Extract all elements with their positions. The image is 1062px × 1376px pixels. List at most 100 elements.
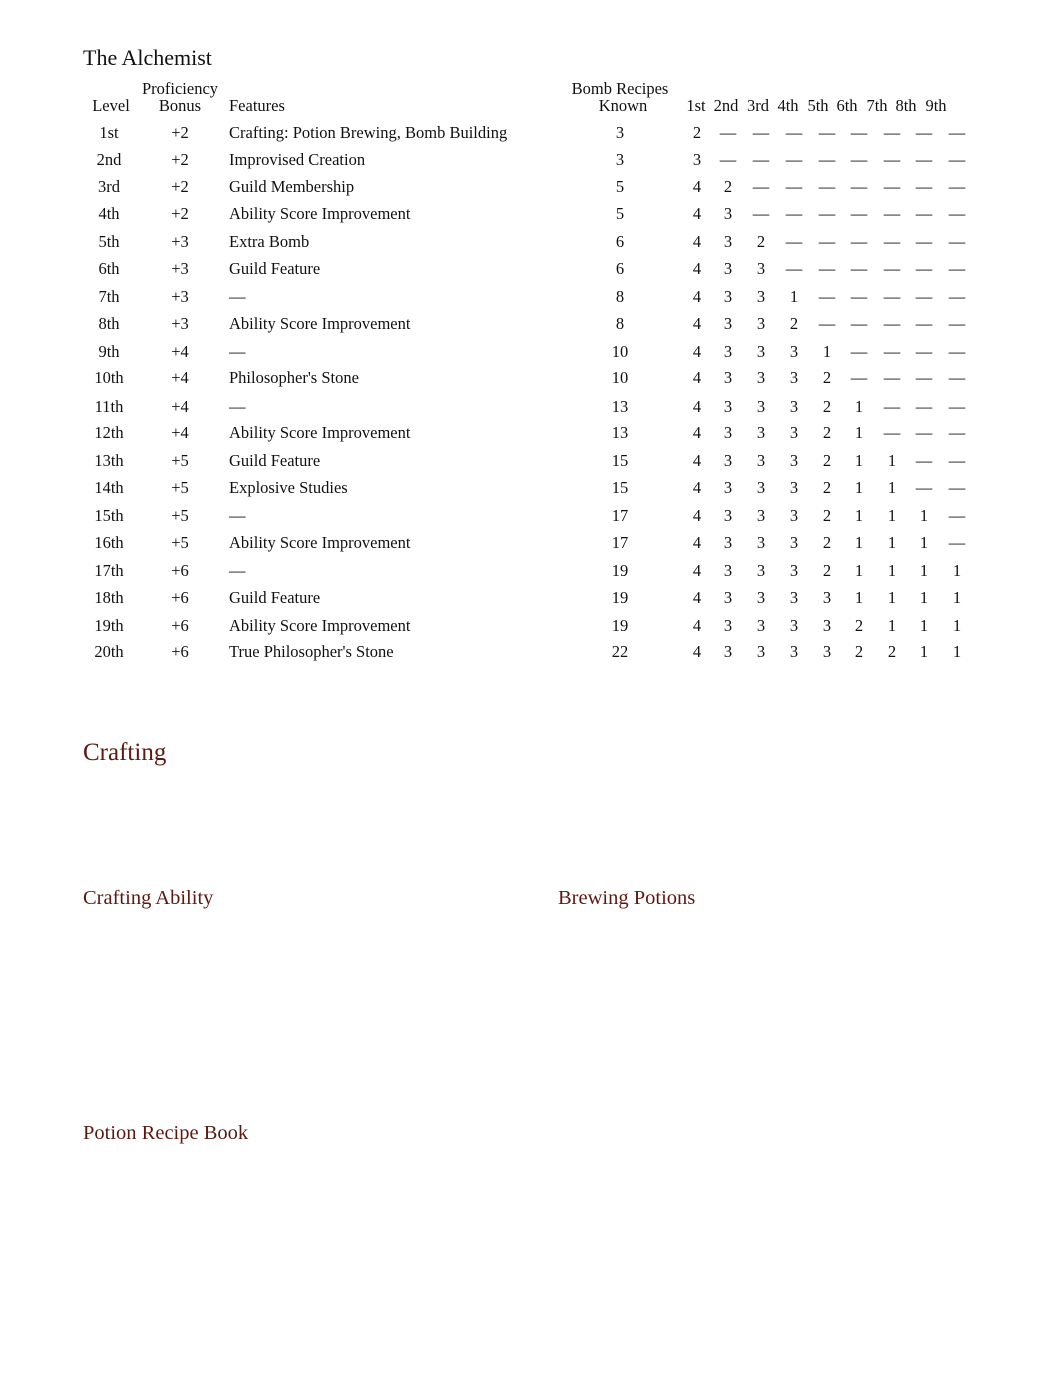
header-slot-1: 1st: [686, 96, 706, 115]
cell-slot-6: —: [850, 287, 868, 306]
cell-bomb-recipes: 8: [615, 287, 625, 306]
cell-slot-7: —: [883, 232, 901, 251]
cell-features: Guild Feature: [229, 588, 321, 607]
section-heading-brewing-potions: Brewing Potions: [558, 887, 696, 909]
cell-slot-7: —: [883, 397, 901, 416]
cell-slot-6: 1: [854, 451, 864, 470]
cell-slot-5: 1: [822, 342, 832, 361]
header-bomb-recipes-top: Bomb Recipes: [571, 79, 669, 98]
cell-proficiency-bonus: +3: [171, 287, 189, 306]
cell-slot-1: 4: [692, 478, 702, 497]
cell-proficiency-bonus: +3: [171, 232, 189, 251]
header-level: Level: [92, 96, 130, 115]
cell-slot-2: 3: [723, 259, 733, 278]
cell-slot-7: 1: [887, 561, 897, 580]
header-slot-6: 6th: [836, 96, 858, 115]
cell-slot-2: 3: [723, 478, 733, 497]
cell-slot-9: —: [948, 451, 966, 470]
cell-slot-4: 3: [789, 533, 799, 552]
cell-slot-2: 3: [723, 642, 733, 661]
cell-level: 12th: [94, 423, 124, 442]
cell-features: Guild Feature: [229, 259, 321, 278]
cell-slot-4: —: [785, 123, 803, 142]
cell-slot-7: 1: [887, 506, 897, 525]
cell-slot-4: 3: [789, 423, 799, 442]
cell-slot-2: 3: [723, 616, 733, 635]
cell-slot-8: —: [915, 478, 933, 497]
cell-proficiency-bonus: +4: [171, 342, 189, 361]
cell-bomb-recipes: 15: [611, 451, 629, 470]
cell-slot-2: 2: [723, 177, 733, 196]
cell-slot-7: 1: [887, 616, 897, 635]
cell-slot-5: 2: [822, 397, 832, 416]
cell-slot-5: 2: [822, 506, 832, 525]
cell-slot-5: —: [818, 123, 836, 142]
cell-slot-2: 3: [723, 451, 733, 470]
cell-features: Improvised Creation: [229, 150, 366, 169]
cell-slot-2: 3: [723, 397, 733, 416]
cell-features: Ability Score Improvement: [229, 533, 411, 552]
cell-slot-1: 4: [692, 287, 702, 306]
cell-bomb-recipes: 6: [615, 232, 625, 251]
cell-slot-5: —: [818, 287, 836, 306]
cell-slot-1: 4: [692, 204, 702, 223]
cell-slot-5: —: [818, 259, 836, 278]
cell-proficiency-bonus: +3: [171, 259, 189, 278]
cell-slot-2: 3: [723, 232, 733, 251]
cell-features: Explosive Studies: [229, 478, 348, 497]
header-slot-4: 4th: [777, 96, 799, 115]
cell-slot-1: 4: [692, 506, 702, 525]
cell-slot-6: 1: [854, 423, 864, 442]
cell-slot-1: 4: [692, 561, 702, 580]
cell-slot-6: 1: [854, 478, 864, 497]
cell-slot-5: 2: [822, 561, 832, 580]
cell-slot-7: 1: [887, 588, 897, 607]
cell-slot-8: —: [915, 368, 933, 387]
cell-slot-7: —: [883, 177, 901, 196]
cell-slot-4: —: [785, 177, 803, 196]
cell-features: —: [229, 561, 246, 580]
cell-slot-6: —: [850, 204, 868, 223]
cell-features: Extra Bomb: [229, 232, 310, 251]
cell-slot-6: 1: [854, 533, 864, 552]
header-bomb-recipes-bottom: Known: [598, 96, 648, 115]
cell-slot-8: —: [915, 259, 933, 278]
cell-proficiency-bonus: +2: [171, 204, 189, 223]
cell-slot-9: —: [948, 423, 966, 442]
cell-level: 11th: [94, 397, 124, 416]
cell-slot-4: 3: [789, 397, 799, 416]
cell-level: 15th: [94, 506, 124, 525]
header-slot-8: 8th: [895, 96, 917, 115]
cell-features: —: [229, 287, 246, 306]
cell-slot-8: 1: [919, 561, 929, 580]
cell-proficiency-bonus: +4: [171, 397, 189, 416]
cell-slot-6: —: [850, 177, 868, 196]
cell-proficiency-bonus: +6: [171, 588, 189, 607]
cell-slot-3: —: [752, 123, 770, 142]
cell-proficiency-bonus: +6: [171, 616, 189, 635]
cell-features: Ability Score Improvement: [229, 616, 411, 635]
cell-level: 17th: [94, 561, 124, 580]
cell-features: True Philosopher's Stone: [229, 642, 394, 661]
cell-slot-9: —: [948, 177, 966, 196]
cell-slot-9: —: [948, 287, 966, 306]
cell-slot-9: —: [948, 397, 966, 416]
cell-slot-3: 2: [756, 232, 766, 251]
cell-slot-6: —: [850, 314, 868, 333]
cell-slot-3: 3: [756, 259, 766, 278]
cell-slot-9: —: [948, 314, 966, 333]
section-heading-crafting-ability: Crafting Ability: [83, 887, 214, 909]
cell-features: Ability Score Improvement: [229, 314, 411, 333]
cell-level: 19th: [94, 616, 124, 635]
cell-bomb-recipes: 22: [611, 642, 629, 661]
cell-slot-9: —: [948, 232, 966, 251]
cell-slot-1: 4: [692, 397, 702, 416]
cell-proficiency-bonus: +5: [171, 478, 189, 497]
section-heading-potion-recipe-book: Potion Recipe Book: [83, 1122, 249, 1144]
cell-slot-6: —: [850, 150, 868, 169]
cell-slot-9: —: [948, 478, 966, 497]
cell-slot-2: —: [719, 123, 737, 142]
cell-slot-8: —: [915, 314, 933, 333]
header-slot-9: 9th: [925, 96, 947, 115]
cell-slot-6: —: [850, 123, 868, 142]
